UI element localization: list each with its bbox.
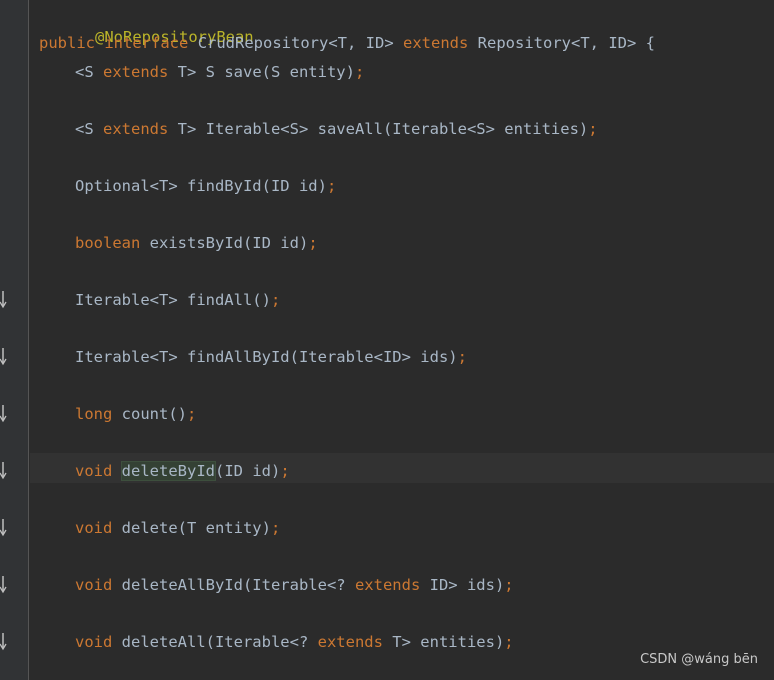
method-declaration-line: <S extends T> S save(S entity);: [75, 61, 364, 83]
parent-interface: Repository<T, ID> {: [477, 34, 655, 52]
keyword: extends: [103, 120, 169, 138]
interface-declaration-line: public interface CrudRepository<T, ID> e…: [39, 32, 655, 54]
method-declaration-line: Iterable<T> findAllById(Iterable<ID> ids…: [75, 346, 467, 368]
implementation-down-arrow-icon[interactable]: [0, 631, 10, 653]
semicolon: ;: [308, 234, 318, 252]
semicolon: ;: [504, 576, 514, 594]
code-editor[interactable]: @NoRepositoryBean public interface CrudR…: [0, 0, 774, 680]
implementation-down-arrow-icon[interactable]: [0, 460, 10, 482]
keyword: void: [75, 576, 113, 594]
keyword-interface: interface: [104, 34, 189, 52]
code-text: T> Iterable<S> saveAll(Iterable<S> entit…: [168, 120, 589, 138]
method-declaration-line: <S extends T> Iterable<S> saveAll(Iterab…: [75, 118, 598, 140]
semicolon: ;: [270, 519, 281, 537]
semicolon: ;: [457, 348, 467, 366]
code-text: existsById(ID id): [140, 234, 309, 252]
semicolon: ;: [326, 177, 337, 195]
method-declaration-line: void deleteAll(Iterable<? extends T> ent…: [75, 631, 514, 653]
semicolon: ;: [280, 462, 290, 480]
code-text: (ID id): [215, 462, 281, 480]
method-declaration-line: long count();: [75, 403, 196, 425]
implementation-down-arrow-icon[interactable]: [0, 346, 10, 368]
code-text: Iterable<T> findAll(): [75, 291, 271, 309]
keyword: boolean: [75, 234, 141, 252]
semicolon: ;: [504, 633, 514, 651]
watermark: CSDN @wáng bēn: [640, 652, 758, 667]
code-text: delete(T entity): [112, 519, 271, 537]
method-declaration-line: void deleteAllById(Iterable<? extends ID…: [75, 574, 514, 596]
keyword: extends: [354, 576, 421, 594]
method-declaration-line: boolean existsById(ID id);: [75, 232, 318, 254]
code-text: deleteAll(Iterable<?: [112, 633, 318, 651]
code-text: ID> ids): [420, 576, 505, 594]
implementation-down-arrow-icon[interactable]: [0, 289, 10, 311]
keyword: void: [75, 462, 113, 480]
method-declaration-line: void delete(T entity);: [75, 517, 280, 539]
semicolon: ;: [186, 405, 197, 423]
code-text: deleteAllById(Iterable<?: [112, 576, 355, 594]
semicolon: ;: [354, 63, 365, 81]
editor-gutter: [0, 0, 29, 680]
code-text: <S: [75, 63, 103, 81]
code-text: T> S save(S entity): [168, 63, 355, 81]
keyword: extends: [317, 633, 383, 651]
code-text: Iterable<T> findAllById(Iterable<ID> ids…: [75, 348, 458, 366]
code-text: <S: [75, 120, 103, 138]
implementation-down-arrow-icon[interactable]: [0, 574, 10, 596]
method-declaration-line: Optional<T> findById(ID id);: [75, 175, 336, 197]
semicolon: ;: [270, 291, 281, 309]
code-text: count(): [112, 405, 187, 423]
code-text: Optional<T> findById(ID id): [75, 177, 327, 195]
interface-name: CrudRepository<T, ID>: [197, 34, 394, 52]
implementation-down-arrow-icon[interactable]: [0, 403, 10, 425]
highlighted-identifier: deleteById: [120, 461, 217, 481]
keyword-public: public: [39, 34, 95, 52]
semicolon: ;: [588, 120, 598, 138]
annotation-line: @NoRepositoryBean: [39, 4, 254, 46]
keyword: extends: [103, 63, 169, 81]
code-text: T> entities): [382, 633, 505, 651]
implementation-down-arrow-icon[interactable]: [0, 517, 10, 539]
keyword-extends: extends: [403, 34, 469, 52]
keyword: long: [75, 405, 113, 423]
method-declaration-line: Iterable<T> findAll();: [75, 289, 280, 311]
keyword: void: [75, 519, 113, 537]
keyword: void: [75, 633, 113, 651]
method-declaration-line: void deleteById(ID id);: [75, 460, 290, 482]
